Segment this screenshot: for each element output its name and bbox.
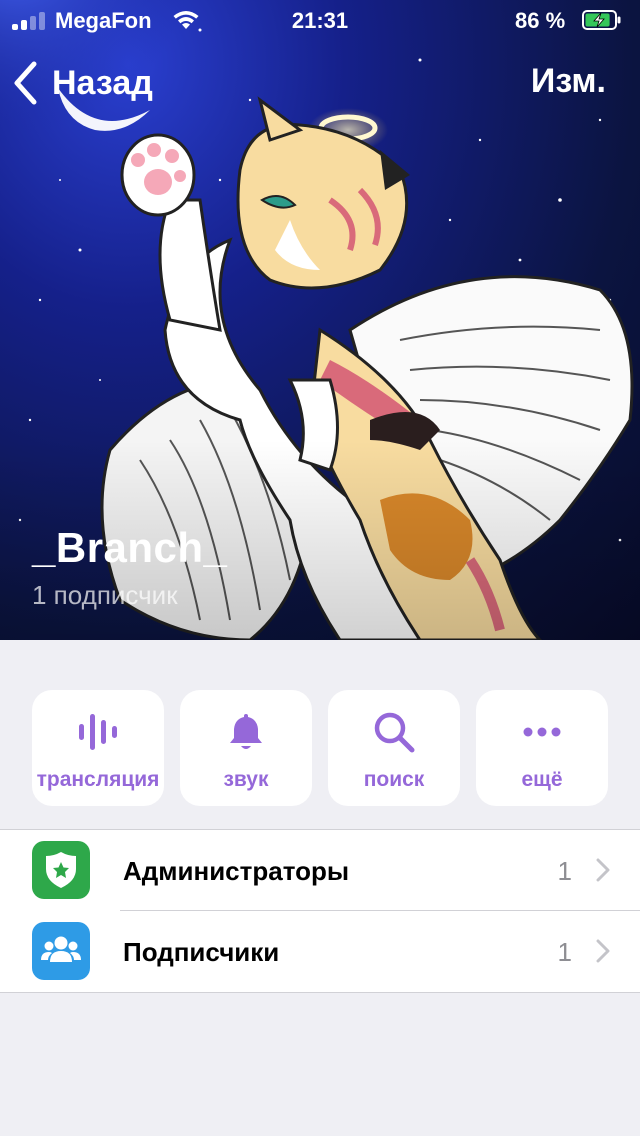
search-icon <box>374 712 415 753</box>
people-icon <box>32 922 90 980</box>
chevron-right-icon <box>596 939 610 963</box>
subscriber-count: 1 подписчик <box>32 580 178 610</box>
more-button[interactable]: ещё <box>476 690 608 806</box>
channel-profile-screen: MegaFon 21:31 86 % Назад Изм. _Branch_ 1… <box>0 0 640 1136</box>
administrators-count: 1 <box>557 856 572 886</box>
broadcast-label: трансляция <box>36 768 160 791</box>
edit-button[interactable]: Изм. <box>531 62 606 101</box>
battery-percentage: 86 % <box>515 8 566 33</box>
shield-star-icon <box>32 841 90 899</box>
subscribers-count: 1 <box>557 937 572 967</box>
channel-title: _Branch_ <box>32 524 228 571</box>
back-button[interactable]: Назад <box>12 58 153 108</box>
chevron-right-icon <box>596 858 610 882</box>
administrators-label: Администраторы <box>123 856 350 886</box>
subscribers-label: Подписчики <box>123 937 280 967</box>
status-bar: MegaFon 21:31 86 % <box>0 0 640 40</box>
sound-button[interactable]: звук <box>180 690 312 806</box>
search-button[interactable]: поиск <box>328 690 460 806</box>
broadcast-button[interactable]: трансляция <box>32 690 164 806</box>
more-label: ещё <box>521 768 563 791</box>
search-label: поиск <box>363 768 425 791</box>
bell-icon <box>230 714 262 749</box>
list-item-administrators[interactable]: Администраторы 1 <box>0 830 640 911</box>
audio-waveform-icon <box>79 714 117 750</box>
chevron-left-icon <box>14 61 37 105</box>
list-item-subscribers[interactable]: Подписчики 1 <box>0 911 640 991</box>
back-button-label: Назад <box>52 63 153 102</box>
channel-cover-image: MegaFon 21:31 86 % Назад Изм. _Branch_ 1… <box>0 0 640 640</box>
channel-members-list: Администраторы 1 Подписчики 1 <box>0 829 640 993</box>
battery-charging-icon <box>582 10 621 30</box>
sound-label: звук <box>223 768 269 791</box>
more-dots-icon <box>523 727 561 737</box>
action-buttons-row: трансляция звук поиск ещё <box>32 690 608 806</box>
